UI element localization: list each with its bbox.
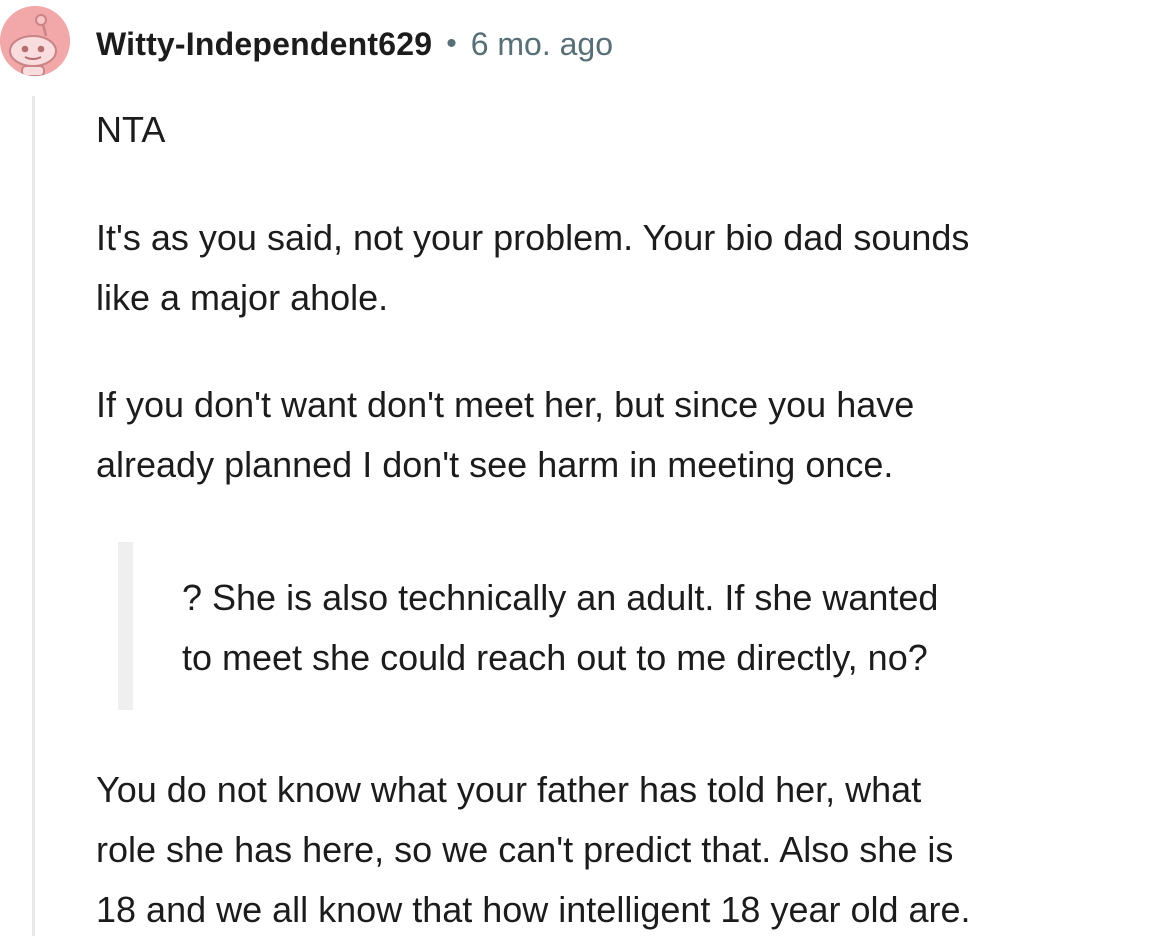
comment-line: If you don't want don't meet her, but si… (96, 384, 915, 425)
user-avatar[interactable] (0, 6, 70, 76)
blockquote-line: ? She is also technically an adult. If s… (182, 577, 939, 618)
thread-collapse-line[interactable] (32, 96, 35, 936)
comment-timestamp: 6 mo. ago (470, 25, 614, 62)
comment-line: You do not know what your father has tol… (96, 769, 922, 810)
username-link[interactable]: Witty-Independent629 (96, 26, 432, 63)
comment-line: role she has here, so we can't predict t… (96, 829, 954, 870)
comment-line: like a major ahole. (96, 277, 389, 318)
comment-line: already planned I don't see harm in meet… (96, 444, 894, 485)
comment-line: 18 and we all know that how intelligent … (96, 889, 971, 930)
blockquote-bar (118, 542, 133, 710)
comment-paragraph-verdict: NTA (96, 109, 166, 150)
blockquote-line: to meet she could reach out to me direct… (182, 637, 928, 678)
comment-meta: Witty-Independent629 • 6 mo. ago (96, 22, 613, 66)
snoo-avatar-icon (0, 6, 70, 76)
meta-separator: • (446, 27, 457, 60)
comment-line: It's as you said, not your problem. Your… (96, 217, 970, 258)
